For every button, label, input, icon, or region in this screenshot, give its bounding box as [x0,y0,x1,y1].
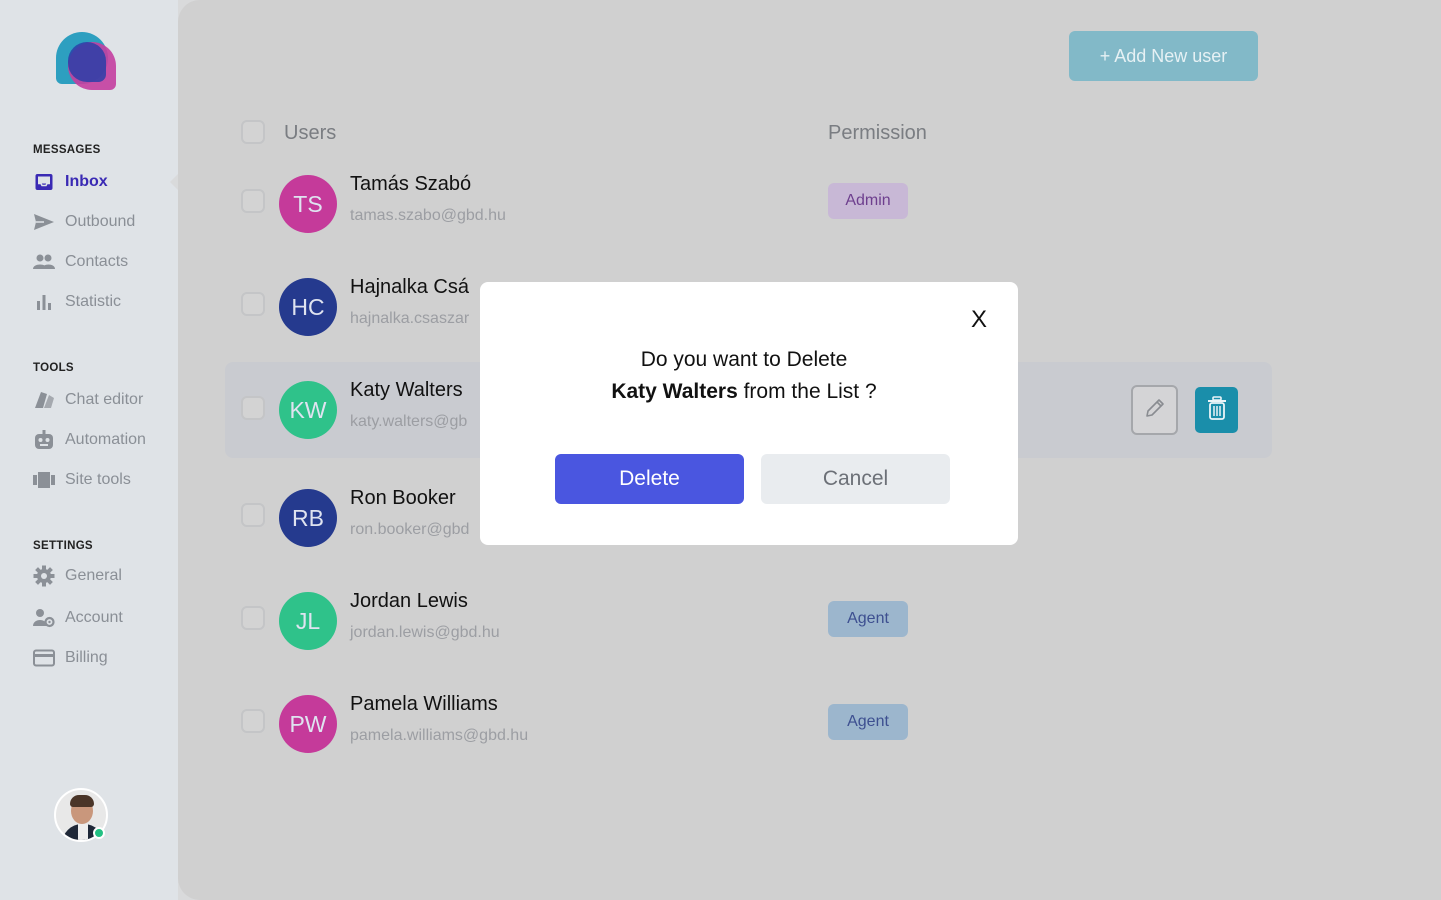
chat-editor-icon [33,389,55,411]
sidebar-item-general[interactable]: General [33,564,122,588]
send-icon [33,211,55,233]
sidebar-item-statistic[interactable]: Statistic [33,290,121,314]
sidebar-item-label: Statistic [65,293,122,310]
delete-confirm-dialog: X Do you want to Delete Katy Walters fro… [480,282,1018,545]
confirm-delete-button[interactable]: Delete [555,454,744,504]
sidebar-item-label: Billing [65,649,108,666]
account-settings-icon [33,607,55,629]
trash-icon [1206,396,1228,424]
avatar: HC [279,278,337,336]
edit-button[interactable] [1131,385,1178,435]
site-tools-icon [33,469,55,491]
user-email: ron.booker@gbd [350,521,470,538]
credit-card-icon [33,647,55,669]
bar-chart-icon [33,291,55,313]
avatar: TS [279,175,337,233]
sidebar-item-site-tools[interactable]: Site tools [33,468,131,492]
column-header-permission: Permission [828,122,927,144]
sidebar-item-label: Outbound [65,213,136,230]
dialog-message-line1: Do you want to Delete [640,348,848,371]
online-status-indicator [93,827,105,839]
section-title-settings: SETTINGS [33,540,93,552]
sidebar-item-label: Chat editor [65,391,144,408]
sidebar-item-automation[interactable]: Automation [33,428,146,452]
row-checkbox[interactable] [241,396,265,420]
sidebar: MESSAGES Inbox Outbound Contacts Statist… [0,0,178,900]
row-checkbox[interactable] [241,503,265,527]
dialog-message-line2: Katy Walters from the List ? [480,376,1008,408]
sidebar-item-account[interactable]: Account [33,606,123,630]
row-checkbox[interactable] [241,292,265,316]
user-email: katy.walters@gb [350,413,468,430]
app-logo [56,32,116,90]
user-name: Jordan Lewis [350,590,468,612]
select-all-checkbox[interactable] [241,120,265,144]
delete-button[interactable] [1195,387,1238,433]
permission-badge: Agent [828,601,908,637]
user-email: tamas.szabo@gbd.hu [350,207,506,224]
sidebar-item-label: General [65,567,122,584]
row-checkbox[interactable] [241,189,265,213]
sidebar-item-billing[interactable]: Billing [33,646,108,670]
add-new-user-button[interactable]: + Add New user [1069,31,1258,81]
permission-badge: Agent [828,704,908,740]
dialog-user-name: Katy Walters [611,380,738,403]
column-header-users: Users [284,122,337,144]
user-email: pamela.williams@gbd.hu [350,727,529,744]
robot-icon [33,429,55,451]
sidebar-item-label: Site tools [65,471,131,488]
row-checkbox[interactable] [241,709,265,733]
close-button[interactable]: X [971,306,987,334]
cancel-button[interactable]: Cancel [761,454,950,504]
user-name: Ron Booker [350,487,456,509]
inbox-icon [33,171,55,193]
sidebar-item-label: Automation [65,431,146,448]
permission-badge: Admin [828,183,908,219]
sidebar-item-contacts[interactable]: Contacts [33,250,128,274]
sidebar-item-chat-editor[interactable]: Chat editor [33,388,143,412]
sidebar-item-label: Contacts [65,253,129,270]
row-checkbox[interactable] [241,606,265,630]
user-name: Katy Walters [350,379,463,401]
sidebar-item-inbox[interactable]: Inbox [33,170,108,194]
avatar: PW [279,695,337,753]
section-title-messages: MESSAGES [33,144,101,156]
user-email: hajnalka.csaszar [350,310,470,327]
pencil-icon [1144,397,1166,423]
user-email: jordan.lewis@gbd.hu [350,624,500,641]
gear-icon [33,565,55,587]
sidebar-item-label: Inbox [65,173,108,190]
avatar: JL [279,592,337,650]
avatar: RB [279,489,337,547]
user-name: Hajnalka Csá [350,276,469,298]
section-title-tools: TOOLS [33,362,74,374]
sidebar-item-label: Account [65,609,123,626]
avatar: KW [279,381,337,439]
active-indicator [170,174,178,190]
sidebar-item-outbound[interactable]: Outbound [33,210,135,234]
user-name: Pamela Williams [350,693,498,715]
dialog-message: Do you want to Delete Katy Walters from … [480,344,1008,408]
user-name: Tamás Szabó [350,173,472,195]
contacts-icon [33,251,55,273]
dialog-message-suffix: from the List ? [737,380,877,403]
